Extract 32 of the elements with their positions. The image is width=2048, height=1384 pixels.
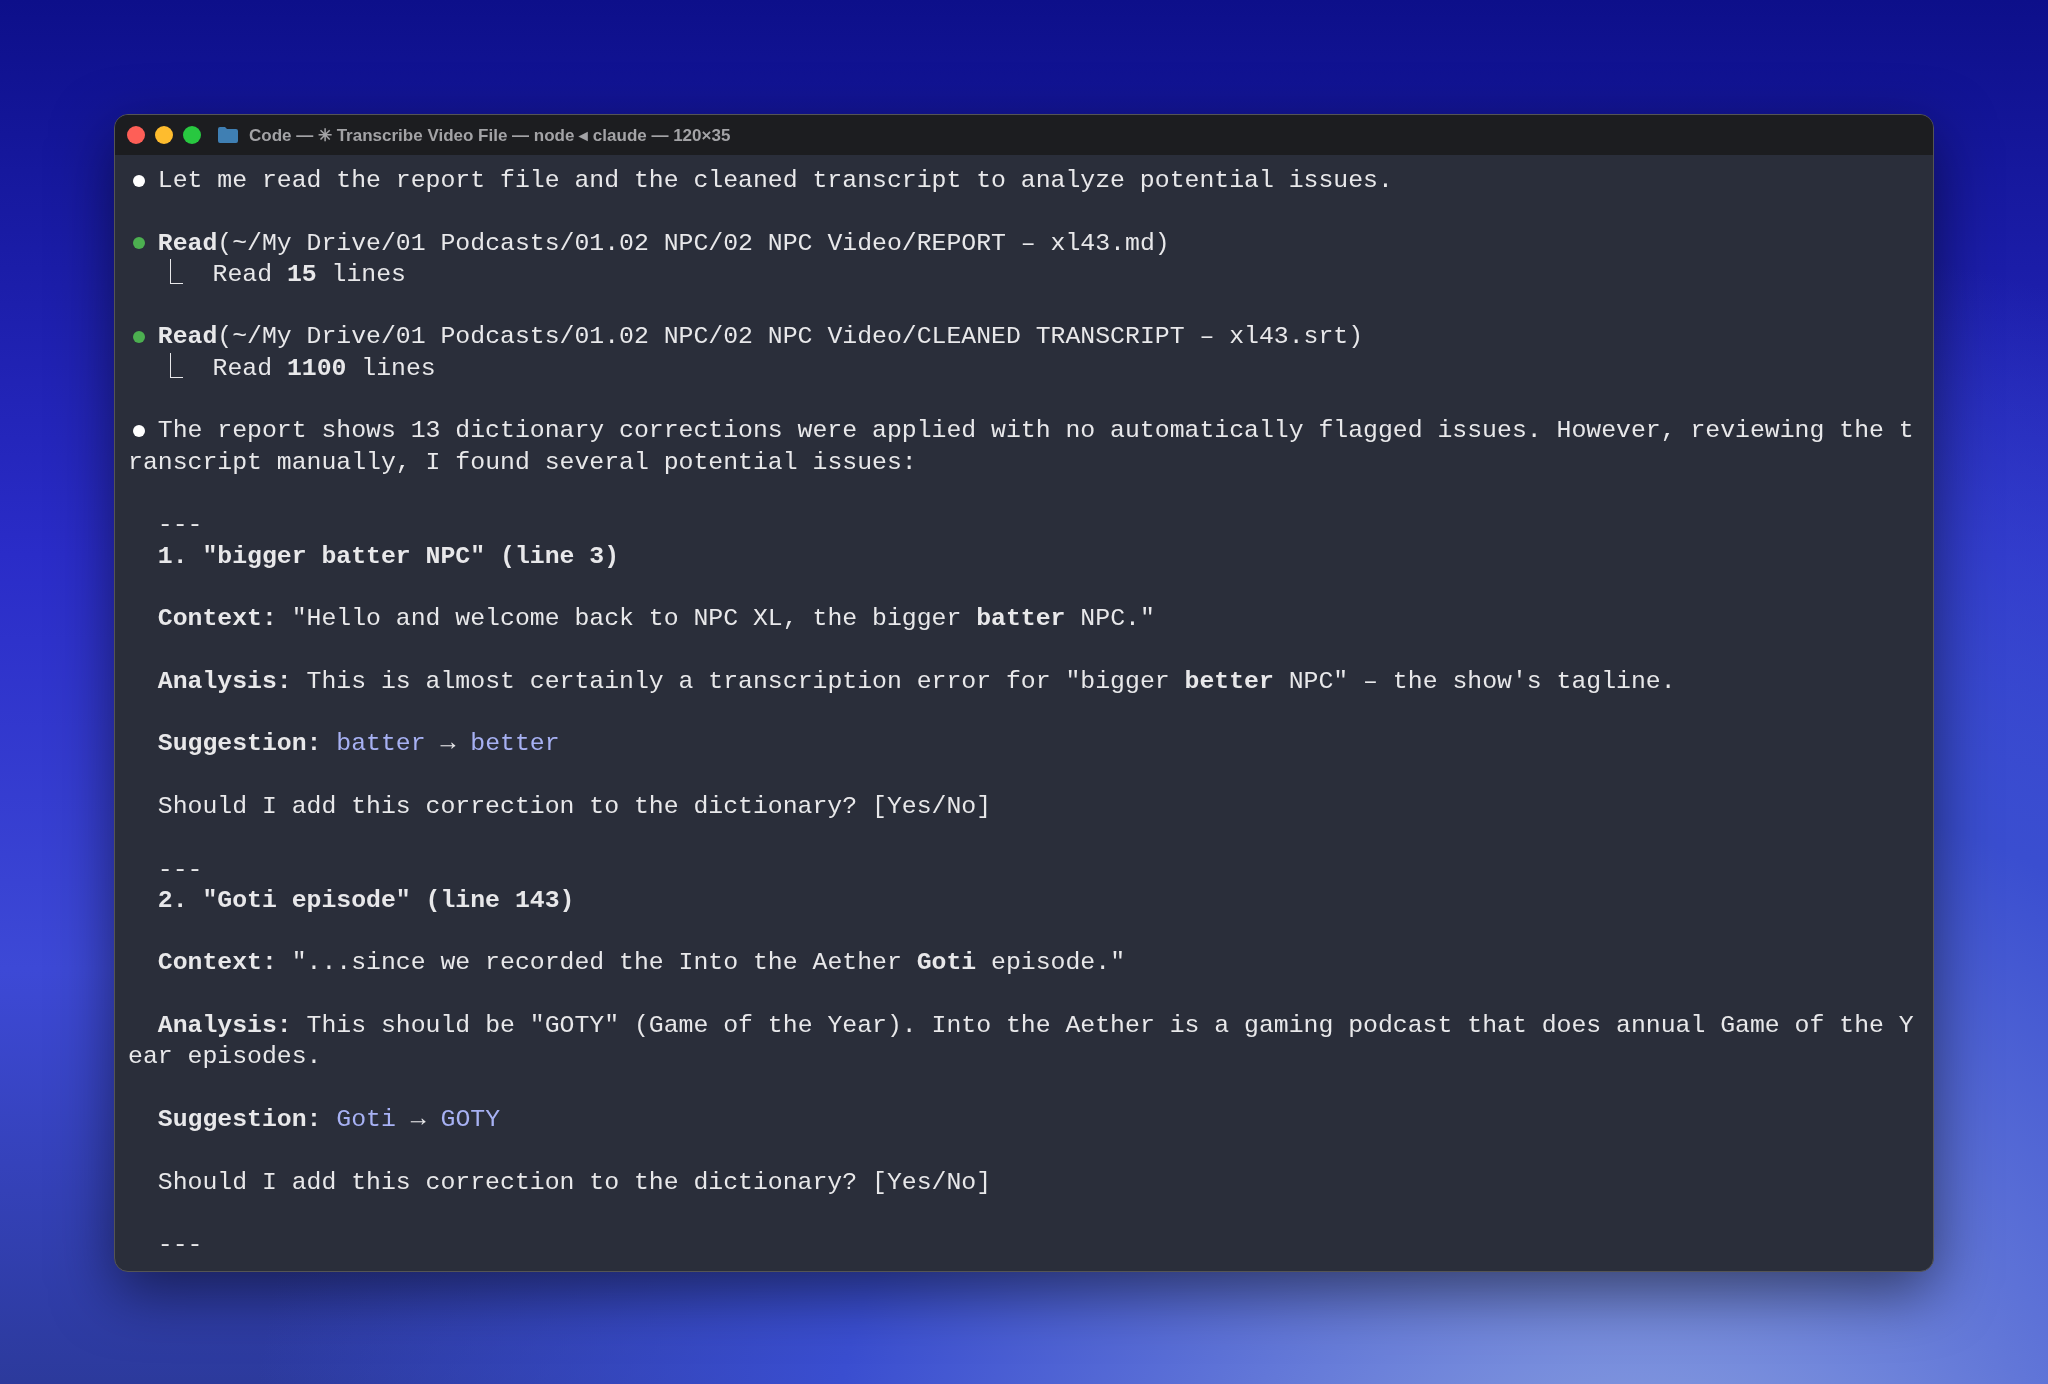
tool-result: ⎿ Read 15 lines [156, 258, 406, 290]
message-text: The report shows 13 dictionary corrections were applied with no automatically flagged issues. However, reviewing the t [157, 415, 1914, 447]
paragraph: Analysis: This should be "GOTY" (Game of the Year). Into the Aether is a gaming podcast that does annual Game of the Y [156, 1010, 1914, 1041]
folder-icon [217, 126, 239, 144]
close-button[interactable] [127, 126, 145, 144]
divider-text: --- [156, 853, 203, 885]
window-title: Code — ✳ Transcribe Video File — node ◂ claude — 120×35 [249, 124, 731, 146]
message-text: ranscript manually, I found several potential issues: [128, 446, 917, 478]
divider-text: --- [156, 1229, 203, 1261]
suggested-word: GOTY [440, 1104, 501, 1133]
zoom-button[interactable] [183, 126, 201, 144]
divider-text: --- [156, 509, 203, 541]
paragraph: Context: "...since we recorded the Into the Aether Goti episode." [156, 947, 1125, 979]
original-word: batter [336, 729, 426, 758]
paragraph: Analysis: This is almost certainly a transcription error for "bigger better NPC" – the show's tagline. [156, 665, 1676, 697]
original-word: Goti [336, 1104, 396, 1133]
paragraph: ear episodes. [128, 1041, 322, 1073]
suggested-word: better [470, 729, 560, 758]
arrow-glyph: → [410, 1104, 426, 1133]
suggestion-label: Suggestion: [157, 729, 322, 758]
paragraph: Should I add this correction to the dictionary? [Yes/No] [156, 1166, 992, 1198]
message-text: Read(~/My Drive/01 Podcasts/01.02 NPC/02 NPC Video/REPORT – xl43.md) [157, 227, 1170, 259]
paragraph: Should I add this correction to the dictionary? [Yes/No] [156, 790, 992, 822]
suggestion-label: Suggestion: [157, 1104, 322, 1133]
minimize-button[interactable] [155, 126, 173, 144]
message-text: Let me read the report file and the cleaned transcript to analyze potential issues. [157, 165, 1393, 196]
message-text: Read(~/My Drive/01 Podcasts/01.02 NPC/02 NPC Video/CLEANED TRANSCRIPT – xl43.srt) [157, 321, 1364, 353]
arrow-glyph: → [440, 729, 456, 758]
paragraph: Context: "Hello and welcome back to NPC XL, the bigger batter NPC." [156, 603, 1155, 635]
issue-heading: 1. "bigger batter NPC" (line 3) [156, 540, 620, 572]
tool-result: ⎿ Read 1100 lines [156, 352, 436, 384]
issue-heading: 2. "Goti episode" (line 143) [156, 884, 575, 916]
